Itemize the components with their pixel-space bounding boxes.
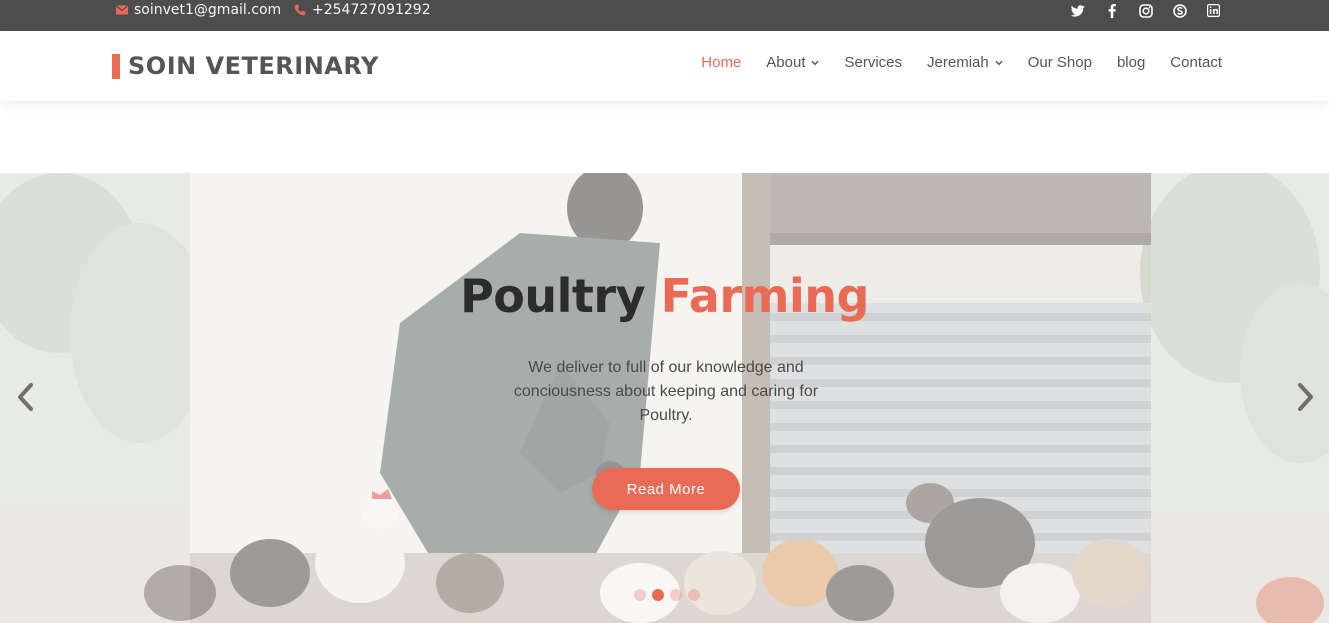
main-header: SOIN VETERINARY Home About Services Jere…: [0, 31, 1329, 101]
nav-services[interactable]: Services: [844, 54, 902, 71]
slider-prev-button[interactable]: [12, 380, 38, 414]
facebook-icon[interactable]: [1104, 3, 1119, 18]
hero-subtitle: We deliver to full of our knowledge and …: [513, 359, 819, 424]
phone-text: +254727091292: [312, 2, 431, 18]
nav-jeremiah-label: Jeremiah: [927, 54, 989, 71]
hero-title-accent: Farming: [660, 269, 870, 323]
slider-dot[interactable]: [688, 589, 700, 601]
nav-jeremiah[interactable]: Jeremiah: [927, 54, 1003, 71]
top-bar: soinvet1@gmail.com +254727091292: [0, 0, 1329, 31]
nav-home[interactable]: Home: [701, 54, 741, 71]
main-nav: Home About Services Jeremiah Our Shop bl…: [701, 54, 1222, 71]
nav-blog-label: blog: [1116, 54, 1146, 71]
twitter-icon[interactable]: [1070, 3, 1085, 18]
hero-title: Poultry Farming: [0, 269, 1329, 323]
slider-next-button[interactable]: [1293, 380, 1319, 414]
read-more-button[interactable]: Read More: [592, 468, 740, 510]
top-phone[interactable]: +254727091292: [294, 2, 431, 18]
hero-title-main: Poultry: [460, 269, 646, 323]
nav-contact[interactable]: Contact: [1170, 54, 1222, 71]
social-links: [1070, 3, 1221, 18]
slider-dot-active[interactable]: [652, 589, 664, 601]
phone-icon: [294, 4, 306, 16]
email-text: soinvet1@gmail.com: [134, 2, 282, 18]
hero-slider: Poultry Farming We deliver to full of ou…: [0, 173, 1329, 623]
nav-services-label: Services: [844, 54, 903, 71]
chevron-down-icon: [995, 59, 1003, 67]
nav-contact-label: Contact: [1170, 54, 1222, 71]
nav-our-shop[interactable]: Our Shop: [1028, 54, 1092, 71]
slider-pagination: [634, 589, 700, 601]
slider-dot[interactable]: [634, 589, 646, 601]
instagram-icon[interactable]: [1138, 3, 1153, 18]
chevron-down-icon: [811, 59, 820, 67]
nav-about-label: About: [766, 54, 806, 71]
skype-icon[interactable]: [1172, 3, 1187, 18]
nav-blog[interactable]: blog: [1117, 54, 1145, 71]
logo-bar: [112, 53, 120, 79]
linkedin-icon[interactable]: [1206, 3, 1221, 18]
envelope-icon: [116, 5, 128, 15]
site-logo[interactable]: SOIN VETERINARY: [112, 52, 379, 80]
top-email[interactable]: soinvet1@gmail.com: [116, 2, 281, 18]
nav-home-label: Home: [701, 54, 742, 71]
nav-our-shop-label: Our Shop: [1027, 54, 1092, 71]
nav-about[interactable]: About: [766, 54, 820, 71]
logo-text: SOIN VETERINARY: [128, 52, 379, 80]
chevron-left-icon: [18, 383, 33, 411]
slider-dot[interactable]: [670, 589, 682, 601]
chevron-right-icon: [1298, 383, 1313, 411]
hero-content: Poultry Farming We deliver to full of ou…: [0, 173, 1329, 623]
